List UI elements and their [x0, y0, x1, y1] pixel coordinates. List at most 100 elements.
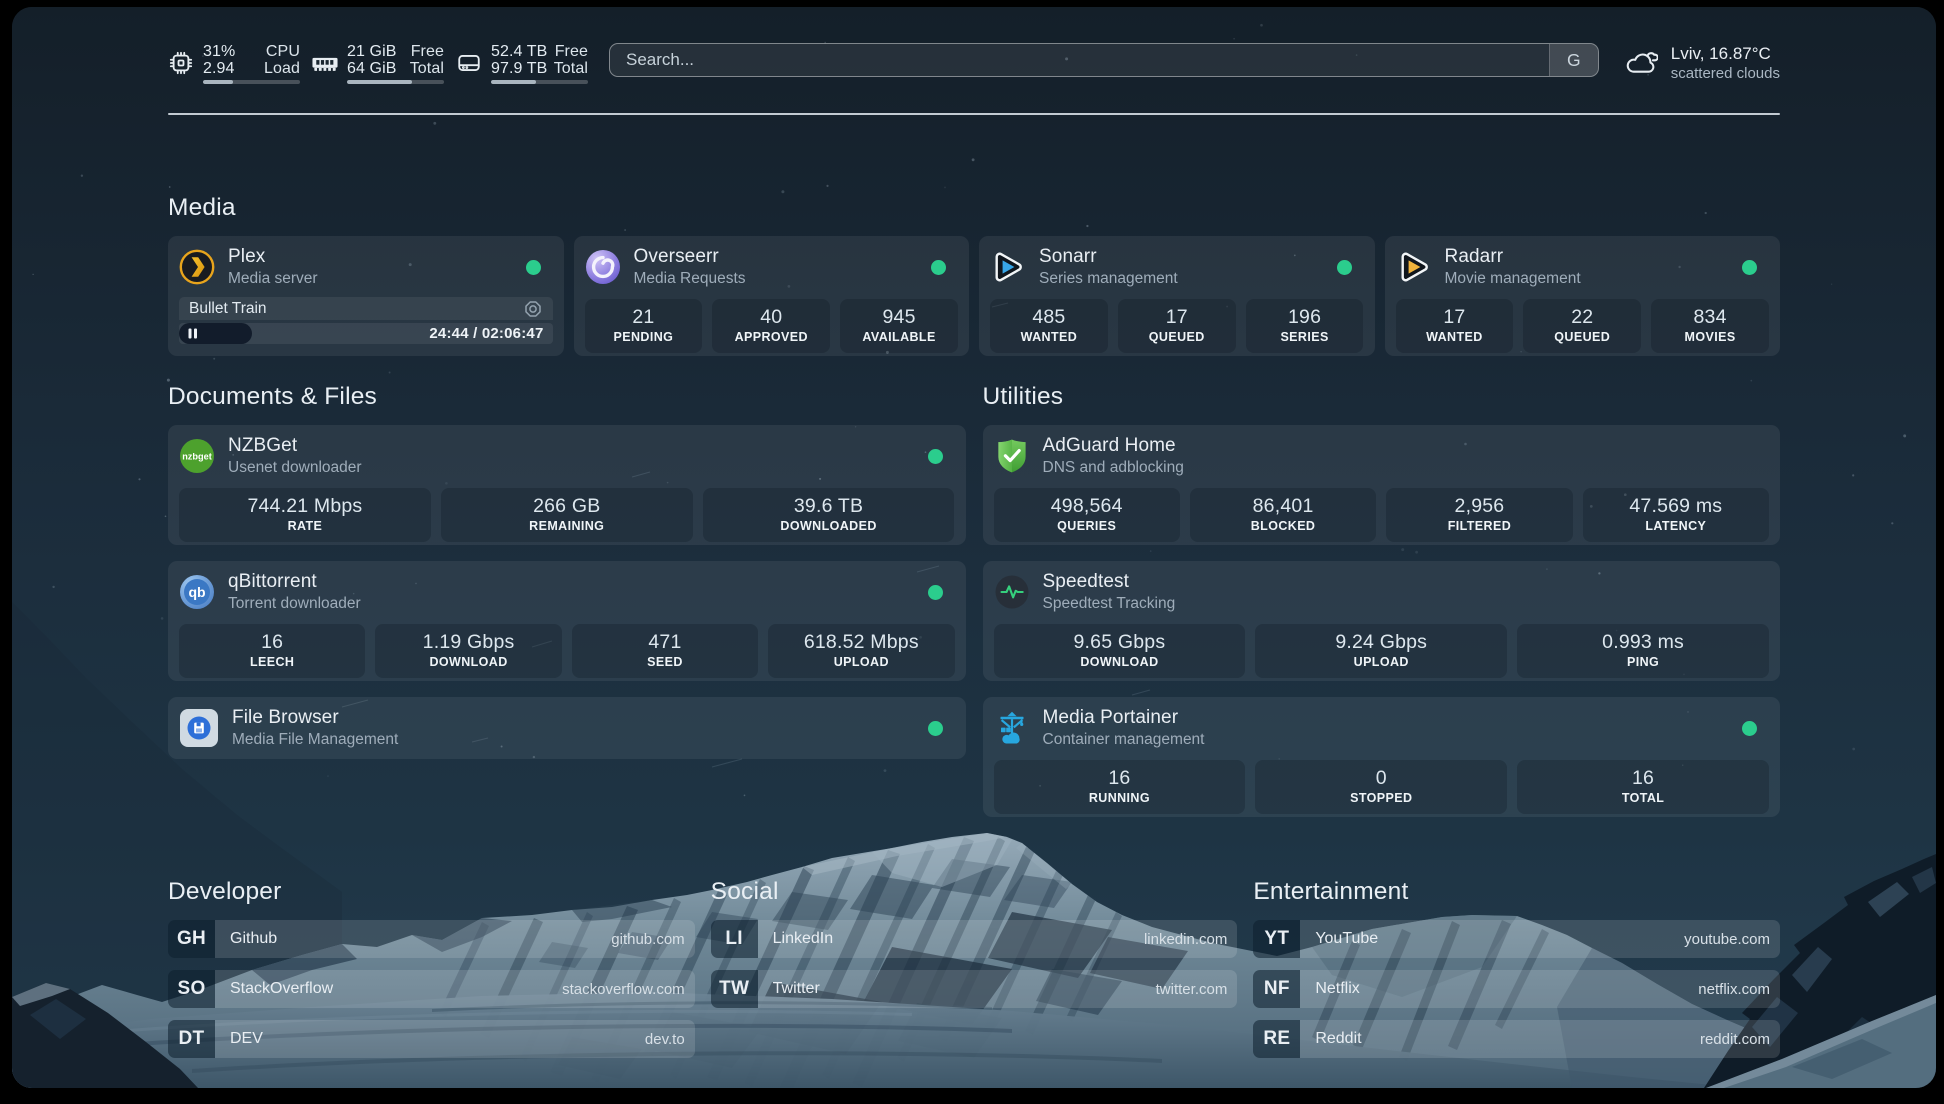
nzbget-icon: nzbget — [179, 438, 215, 474]
stat-upload: 618.52 MbpsUPLOAD — [768, 624, 954, 678]
bookmark-linkedin[interactable]: LI LinkedIn linkedin.com — [711, 920, 1238, 958]
memory-widget: 21 GiBFree 64 GiBTotal — [312, 43, 444, 84]
svg-text:nzbget: nzbget — [182, 451, 212, 461]
stat-download: 1.19 GbpsDOWNLOAD — [375, 624, 561, 678]
bookmark-abbr: NF — [1253, 970, 1300, 1008]
service-name: Plex — [228, 245, 318, 269]
service-description: Torrent downloader — [228, 594, 361, 614]
memory-progress-bar — [347, 80, 444, 85]
bookmark-twitter[interactable]: TW Twittertwitter.com — [711, 970, 1238, 1008]
stat-wanted: 17WANTED — [1396, 299, 1514, 353]
dashboard-screen: 31%CPU 2.94Load — [12, 7, 1936, 1088]
qbittorrent-icon: qb — [179, 574, 215, 610]
service-description: Media File Management — [232, 730, 398, 750]
service-card-sonarr[interactable]: Sonarr Series management 485WANTED 17QUE… — [979, 236, 1375, 356]
service-name: Radarr — [1445, 245, 1581, 269]
load-label: Load — [264, 60, 300, 77]
stat-wanted: 485WANTED — [990, 299, 1108, 353]
status-dot — [1742, 721, 1757, 736]
service-card-overseerr[interactable]: Overseerr Media Requests 21PENDING 40APP… — [574, 236, 970, 356]
disk-total: 97.9 TB — [491, 60, 547, 77]
session-icon — [523, 299, 543, 319]
overseerr-icon — [585, 249, 621, 285]
bookmark-abbr: RE — [1253, 1020, 1300, 1058]
group-title-utilities: Utilities — [983, 382, 1781, 412]
group-utilities: Utilities — [983, 382, 1781, 817]
bookmark-abbr: SO — [168, 970, 215, 1008]
service-description: Container management — [1043, 730, 1205, 750]
stat-approved: 40APPROVED — [712, 299, 830, 353]
service-name: File Browser — [232, 706, 398, 730]
bookmark-name: Twitter — [773, 980, 820, 998]
status-dot — [928, 585, 943, 600]
bookmark-name: Github — [230, 930, 277, 948]
bookmark-dev[interactable]: DT DEVdev.to — [168, 1020, 695, 1058]
bookmark-youtube[interactable]: YT YouTubeyoutube.com — [1253, 920, 1780, 958]
disk-free-label: Free — [555, 43, 588, 60]
memory-free: 21 GiB — [347, 43, 397, 60]
status-dot — [1742, 260, 1757, 275]
top-bar: 31%CPU 2.94Load — [168, 43, 1780, 89]
bookmark-reddit[interactable]: RE Redditreddit.com — [1253, 1020, 1780, 1058]
service-card-qbittorrent[interactable]: qb qBittorrent Torrent downloader 16LEEC… — [168, 561, 966, 681]
bookmark-abbr: YT — [1253, 920, 1300, 958]
bookmark-domain: stackoverflow.com — [562, 981, 685, 998]
cpu-label: CPU — [266, 43, 300, 60]
cpu-icon — [168, 50, 194, 76]
cpu-progress-bar — [203, 80, 300, 85]
bookmark-group-social: Social LI LinkedInlinkedin.com TW Twitte… — [711, 877, 1238, 1058]
stat-queued: 17QUEUED — [1118, 299, 1236, 353]
status-dot — [526, 260, 541, 275]
stat-seed: 471SEED — [572, 624, 758, 678]
bookmark-name: StackOverflow — [230, 980, 333, 998]
bookmark-name: LinkedIn — [773, 930, 834, 948]
bookmark-group-entertainment: Entertainment YT YouTubeyoutube.com NF N… — [1253, 877, 1780, 1058]
plex-time: 24:44 / 02:06:47 — [429, 325, 552, 342]
disk-widget: 52.4 TBFree 97.9 TBTotal — [456, 43, 588, 84]
bookmark-netflix[interactable]: NF Netflixnetflix.com — [1253, 970, 1780, 1008]
search-provider-button[interactable]: G — [1549, 44, 1598, 76]
stat-movies: 834MOVIES — [1651, 299, 1769, 353]
bookmark-abbr: GH — [168, 920, 215, 958]
group-title-media: Media — [168, 193, 1780, 223]
weather-widget[interactable]: Lviv, 16.87°C scattered clouds — [1625, 43, 1780, 84]
service-name: Media Portainer — [1043, 706, 1205, 730]
service-name: Overseerr — [634, 245, 746, 269]
service-card-speedtest[interactable]: Speedtest Speedtest Tracking 9.65 GbpsDO… — [983, 561, 1781, 681]
pause-icon — [188, 328, 198, 339]
bookmark-domain: linkedin.com — [1144, 931, 1227, 948]
topbar-divider — [168, 113, 1780, 115]
service-card-portainer[interactable]: Media Portainer Container management 16R… — [983, 697, 1781, 817]
service-name: NZBGet — [228, 434, 362, 458]
bookmark-stackoverflow[interactable]: SO StackOverflow stackoverflow.com — [168, 970, 695, 1008]
service-description: DNS and adblocking — [1043, 458, 1184, 478]
bookmark-domain: dev.to — [645, 1031, 685, 1048]
service-description: Media server — [228, 269, 318, 289]
search-bar: G — [609, 43, 1599, 77]
service-card-nzbget[interactable]: nzbget NZBGet Usenet downloader 744.21 M… — [168, 425, 966, 545]
service-card-plex[interactable]: Plex Media server Bullet Train — [168, 236, 564, 356]
stat-queries: 498,564QUERIES — [994, 488, 1180, 542]
group-title-entertainment: Entertainment — [1253, 877, 1780, 907]
bookmark-github[interactable]: GH Githubgithub.com — [168, 920, 695, 958]
stat-total: 16TOTAL — [1517, 760, 1769, 814]
bookmark-abbr: LI — [711, 920, 758, 958]
disk-total-label: Total — [554, 60, 588, 77]
plex-progress-bar[interactable]: 24:44 / 02:06:47 — [179, 323, 553, 344]
filebrowser-icon — [179, 708, 219, 748]
stat-available: 945AVAILABLE — [840, 299, 958, 353]
search-input[interactable] — [610, 44, 1549, 76]
service-name: qBittorrent — [228, 570, 361, 594]
service-card-radarr[interactable]: Radarr Movie management 17WANTED 22QUEUE… — [1385, 236, 1781, 356]
service-card-filebrowser[interactable]: File Browser Media File Management — [168, 697, 966, 759]
service-description: Movie management — [1445, 269, 1581, 289]
plex-icon — [179, 249, 215, 285]
group-title-developer: Developer — [168, 877, 695, 907]
service-card-adguard[interactable]: AdGuard Home DNS and adblocking 498,564Q… — [983, 425, 1781, 545]
memory-icon — [312, 50, 338, 76]
resource-widgets: 31%CPU 2.94Load — [168, 43, 588, 84]
weather-location-temp: Lviv, 16.87°C — [1671, 43, 1780, 64]
stat-download: 9.65 GbpsDOWNLOAD — [994, 624, 1246, 678]
plex-now-playing: Bullet Train — [179, 297, 553, 320]
cloud-icon — [1625, 48, 1658, 74]
